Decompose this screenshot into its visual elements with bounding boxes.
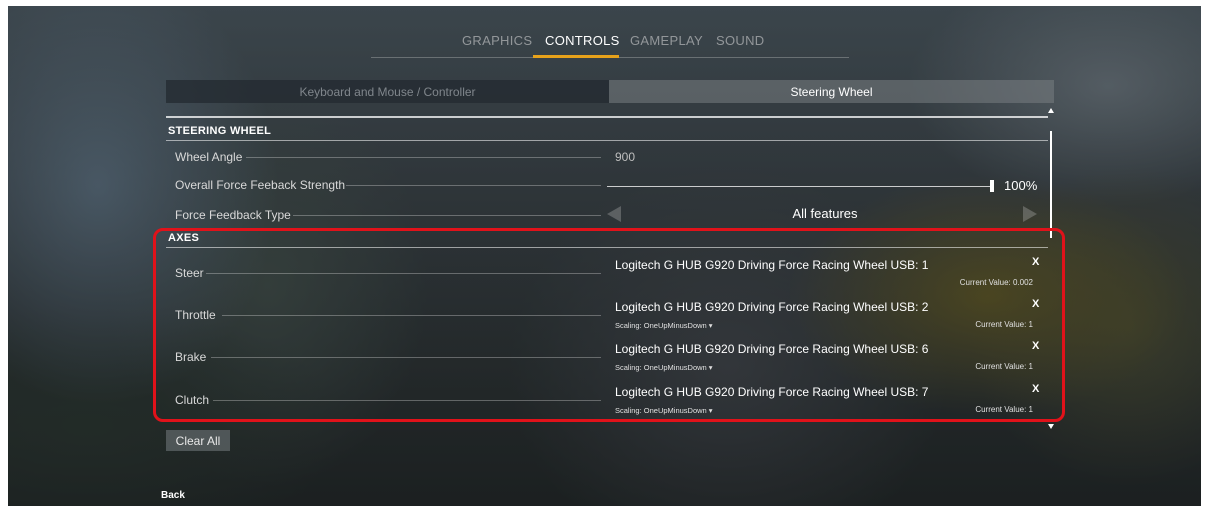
- arrow-right-icon[interactable]: [1023, 206, 1037, 222]
- force-type-label: Force Feedback Type: [175, 208, 291, 222]
- wheel-angle-input[interactable]: 900: [615, 150, 635, 164]
- force-type-selector[interactable]: All features: [607, 203, 1043, 225]
- section-rule: [166, 140, 1048, 141]
- clear-all-button[interactable]: Clear All: [166, 430, 230, 451]
- settings-tab-bar: GRAPHICS CONTROLS GAMEPLAY SOUND: [0, 30, 1209, 58]
- force-strength-label: Overall Force Feeback Strength: [175, 178, 346, 192]
- row-connector-line: [346, 185, 601, 186]
- wheel-angle-label: Wheel Angle: [175, 150, 243, 164]
- force-strength-value: 100%: [1004, 178, 1038, 193]
- subtab-keyboard-mouse-controller[interactable]: Keyboard and Mouse / Controller: [166, 80, 609, 103]
- force-strength-slider[interactable]: [607, 186, 990, 187]
- force-type-value: All features: [792, 206, 858, 221]
- tab-controls[interactable]: CONTROLS: [545, 33, 620, 48]
- subtab-steering-wheel[interactable]: Steering Wheel: [609, 80, 1054, 103]
- scroll-down-arrow-icon[interactable]: [1048, 424, 1054, 429]
- tab-gameplay[interactable]: GAMEPLAY: [630, 33, 703, 48]
- tab-sound[interactable]: SOUND: [716, 33, 764, 48]
- scrollbar-thumb[interactable]: [1050, 131, 1052, 238]
- back-button[interactable]: Back: [161, 490, 185, 501]
- tab-graphics[interactable]: GRAPHICS: [462, 33, 532, 48]
- axes-highlight-box: [153, 228, 1065, 422]
- panel-top-divider: [166, 116, 1048, 118]
- force-strength-slider-handle[interactable]: [990, 180, 994, 192]
- row-connector-line: [246, 157, 601, 158]
- row-connector-line: [293, 215, 601, 216]
- section-title: STEERING WHEEL: [168, 125, 272, 137]
- active-tab-underline: [533, 55, 619, 58]
- scroll-up-arrow-icon[interactable]: [1048, 108, 1054, 113]
